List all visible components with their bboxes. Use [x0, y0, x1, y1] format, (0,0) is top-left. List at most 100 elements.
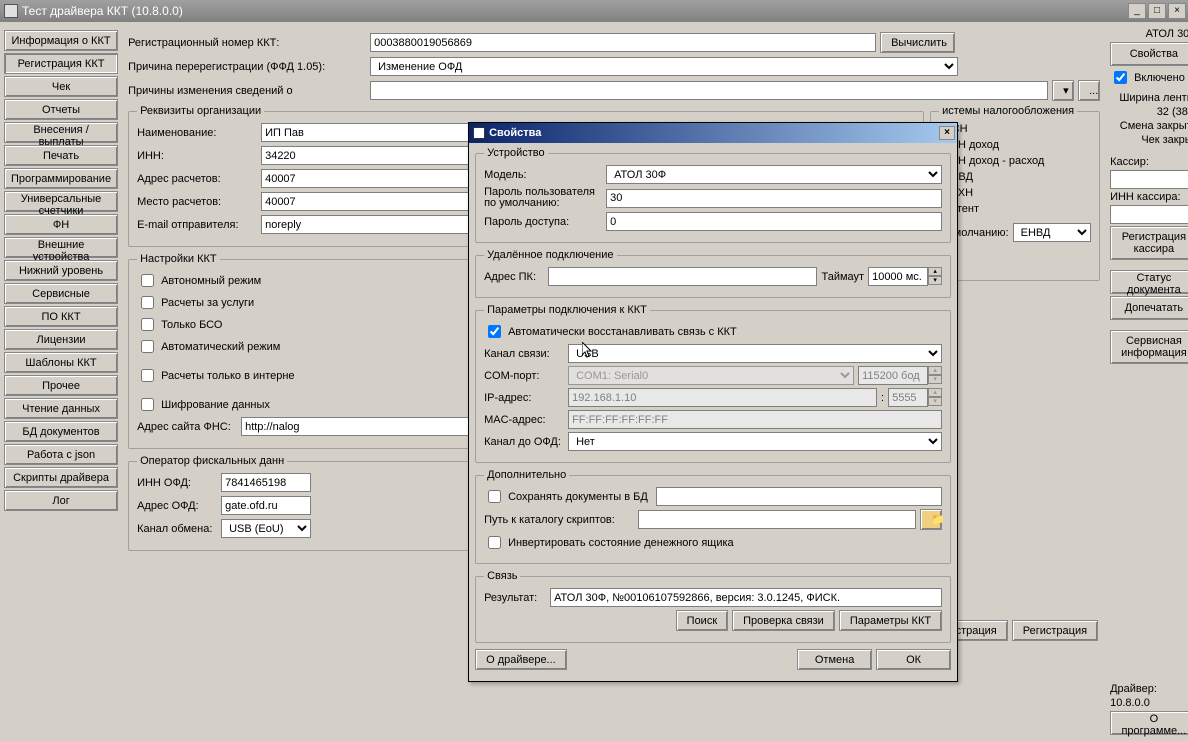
chk-bso[interactable] — [141, 318, 154, 331]
baud-up: ▴ — [928, 366, 942, 375]
tape-label: Ширина ленты: — [1110, 92, 1188, 104]
chk-enabled[interactable] — [1114, 71, 1127, 84]
app-icon — [4, 4, 18, 18]
close-button[interactable]: × — [1168, 3, 1186, 19]
maximize-button[interactable]: □ — [1148, 3, 1166, 19]
pwd-user-input[interactable] — [606, 189, 942, 208]
lbl-invert-cash: Инвертировать состояние денежного ящика — [508, 537, 734, 549]
nav-работа-с-json[interactable]: Работа с json — [4, 444, 118, 465]
nav-лицензии[interactable]: Лицензии — [4, 329, 118, 350]
lbl-auto: Автоматический режим — [161, 341, 280, 353]
chk-encrypt[interactable] — [141, 398, 154, 411]
dialog-ok-button[interactable]: ОК — [876, 649, 951, 670]
reasons-change-more-button[interactable]: ... — [1078, 80, 1100, 101]
check-conn-button[interactable]: Проверка связи — [732, 610, 835, 631]
baud-down: ▾ — [928, 375, 942, 384]
lbl-services: Расчеты за услуги — [161, 297, 254, 309]
fns-label: Адрес сайта ФНС: — [137, 421, 237, 433]
reasons-change-dropdown[interactable]: ▾ — [1052, 80, 1074, 101]
port-up: ▴ — [928, 388, 942, 397]
cheque-closed: Чек закрыт — [1110, 134, 1188, 146]
search-button[interactable]: Поиск — [676, 610, 728, 631]
reprint-button[interactable]: Допечатать — [1110, 296, 1188, 320]
nav-шаблоны-ккт[interactable]: Шаблоны ККТ — [4, 352, 118, 373]
ofd-channel-select[interactable]: USB (EoU) — [221, 519, 311, 538]
nav-печать[interactable]: Печать — [4, 145, 118, 166]
nav-универсальные-счетчики[interactable]: Универсальные счетчики — [4, 191, 118, 212]
dialog-close-button[interactable]: × — [939, 126, 955, 140]
about-program-button[interactable]: О программе... — [1110, 711, 1188, 735]
ofd-inn-input[interactable] — [221, 473, 311, 492]
chk-auto[interactable] — [141, 340, 154, 353]
chk-autonomous[interactable] — [141, 274, 154, 287]
about-driver-button[interactable]: О драйвере... — [475, 649, 567, 670]
reg-button[interactable]: Регистрация — [1012, 620, 1098, 641]
reg-cashier-button[interactable]: Регистрация кассира — [1110, 226, 1188, 260]
pwd-access-input[interactable] — [606, 212, 942, 231]
driver-label: Драйвер: — [1110, 683, 1188, 695]
tax-item: Патент — [943, 203, 1091, 215]
dialog-cancel-button[interactable]: Отмена — [797, 649, 872, 670]
scripts-path-browse[interactable]: 📁 — [920, 509, 942, 530]
ofd-inn-label: ИНН ОФД: — [137, 477, 217, 489]
scripts-path-input[interactable] — [638, 510, 916, 529]
nav-информация-о-ккт[interactable]: Информация о ККТ — [4, 30, 118, 51]
channel-select[interactable]: USB — [568, 344, 942, 363]
nav-чек[interactable]: Чек — [4, 76, 118, 97]
timeout-up[interactable]: ▴ — [928, 267, 942, 276]
pwd-user-label: Пароль пользователя по умолчанию: — [484, 187, 602, 209]
kkt-params-button[interactable]: Параметры ККТ — [839, 610, 942, 631]
chk-save-db[interactable] — [488, 490, 501, 503]
reasons-change-input[interactable] — [370, 81, 1048, 100]
properties-button[interactable]: Свойства — [1110, 42, 1188, 66]
result-input[interactable] — [550, 588, 942, 607]
tax-default-select[interactable]: ЕНВД — [1013, 223, 1091, 242]
com-label: COM-порт: — [484, 370, 564, 382]
nav-отчеты[interactable]: Отчеты — [4, 99, 118, 120]
timeout-input[interactable] — [868, 267, 928, 286]
ofd-ch-select[interactable]: Нет — [568, 432, 942, 451]
nav-внешние-устройства[interactable]: Внешние устройства — [4, 237, 118, 258]
ip-port-input — [888, 388, 928, 407]
nav-бд-документов[interactable]: БД документов — [4, 421, 118, 442]
nav-программирование[interactable]: Программирование — [4, 168, 118, 189]
chk-internet[interactable] — [141, 369, 154, 382]
doc-status-button[interactable]: Статус документа — [1110, 270, 1188, 294]
org-calc-place-label: Место расчетов: — [137, 196, 257, 208]
nav-сервисные[interactable]: Сервисные — [4, 283, 118, 304]
nav-чтение-данных[interactable]: Чтение данных — [4, 398, 118, 419]
ip-input — [568, 388, 877, 407]
nav-внесения-выплаты[interactable]: Внесения / выплаты — [4, 122, 118, 143]
service-info-button[interactable]: Сервисная информация — [1110, 330, 1188, 364]
model-select[interactable]: АТОЛ 30Ф — [606, 165, 942, 184]
nav-по-ккт[interactable]: ПО ККТ — [4, 306, 118, 327]
rereg-reason-select[interactable]: Изменение ОФД — [370, 57, 958, 76]
baud-input — [858, 366, 928, 385]
window-title: Тест драйвера ККТ (10.8.0.0) — [22, 4, 183, 18]
nav-лог[interactable]: Лог — [4, 490, 118, 511]
save-db-path[interactable] — [656, 487, 942, 506]
ip-colon: : — [881, 392, 884, 404]
driver-version: 10.8.0.0 — [1110, 697, 1188, 709]
chk-auto-reconnect[interactable] — [488, 325, 501, 338]
ofd-addr-input[interactable] — [221, 496, 311, 515]
cashier-input[interactable] — [1110, 170, 1188, 189]
cashier-inn-input[interactable] — [1110, 205, 1188, 224]
nav-фн[interactable]: ФН — [4, 214, 118, 235]
minimize-button[interactable]: _ — [1128, 3, 1146, 19]
calc-button[interactable]: Вычислить — [880, 32, 955, 53]
extra-legend: Дополнительно — [484, 469, 569, 481]
dialog-titlebar[interactable]: Свойства × — [469, 123, 957, 143]
reg-number-input[interactable] — [370, 33, 876, 52]
lbl-auto-reconnect: Автоматически восстанавливать связь с КК… — [508, 326, 737, 338]
timeout-label: Таймаут — [821, 271, 864, 283]
connection-fieldset: Параметры подключения к ККТ Автоматическ… — [475, 304, 951, 463]
chk-services[interactable] — [141, 296, 154, 309]
timeout-down[interactable]: ▾ — [928, 276, 942, 285]
chk-invert-cash[interactable] — [488, 536, 501, 549]
nav-регистрация-ккт[interactable]: Регистрация ККТ — [4, 53, 118, 74]
nav-скрипты-драйвера[interactable]: Скрипты драйвера — [4, 467, 118, 488]
pc-addr-input[interactable] — [548, 267, 817, 286]
nav-нижний-уровень[interactable]: Нижний уровень — [4, 260, 118, 281]
nav-прочее[interactable]: Прочее — [4, 375, 118, 396]
